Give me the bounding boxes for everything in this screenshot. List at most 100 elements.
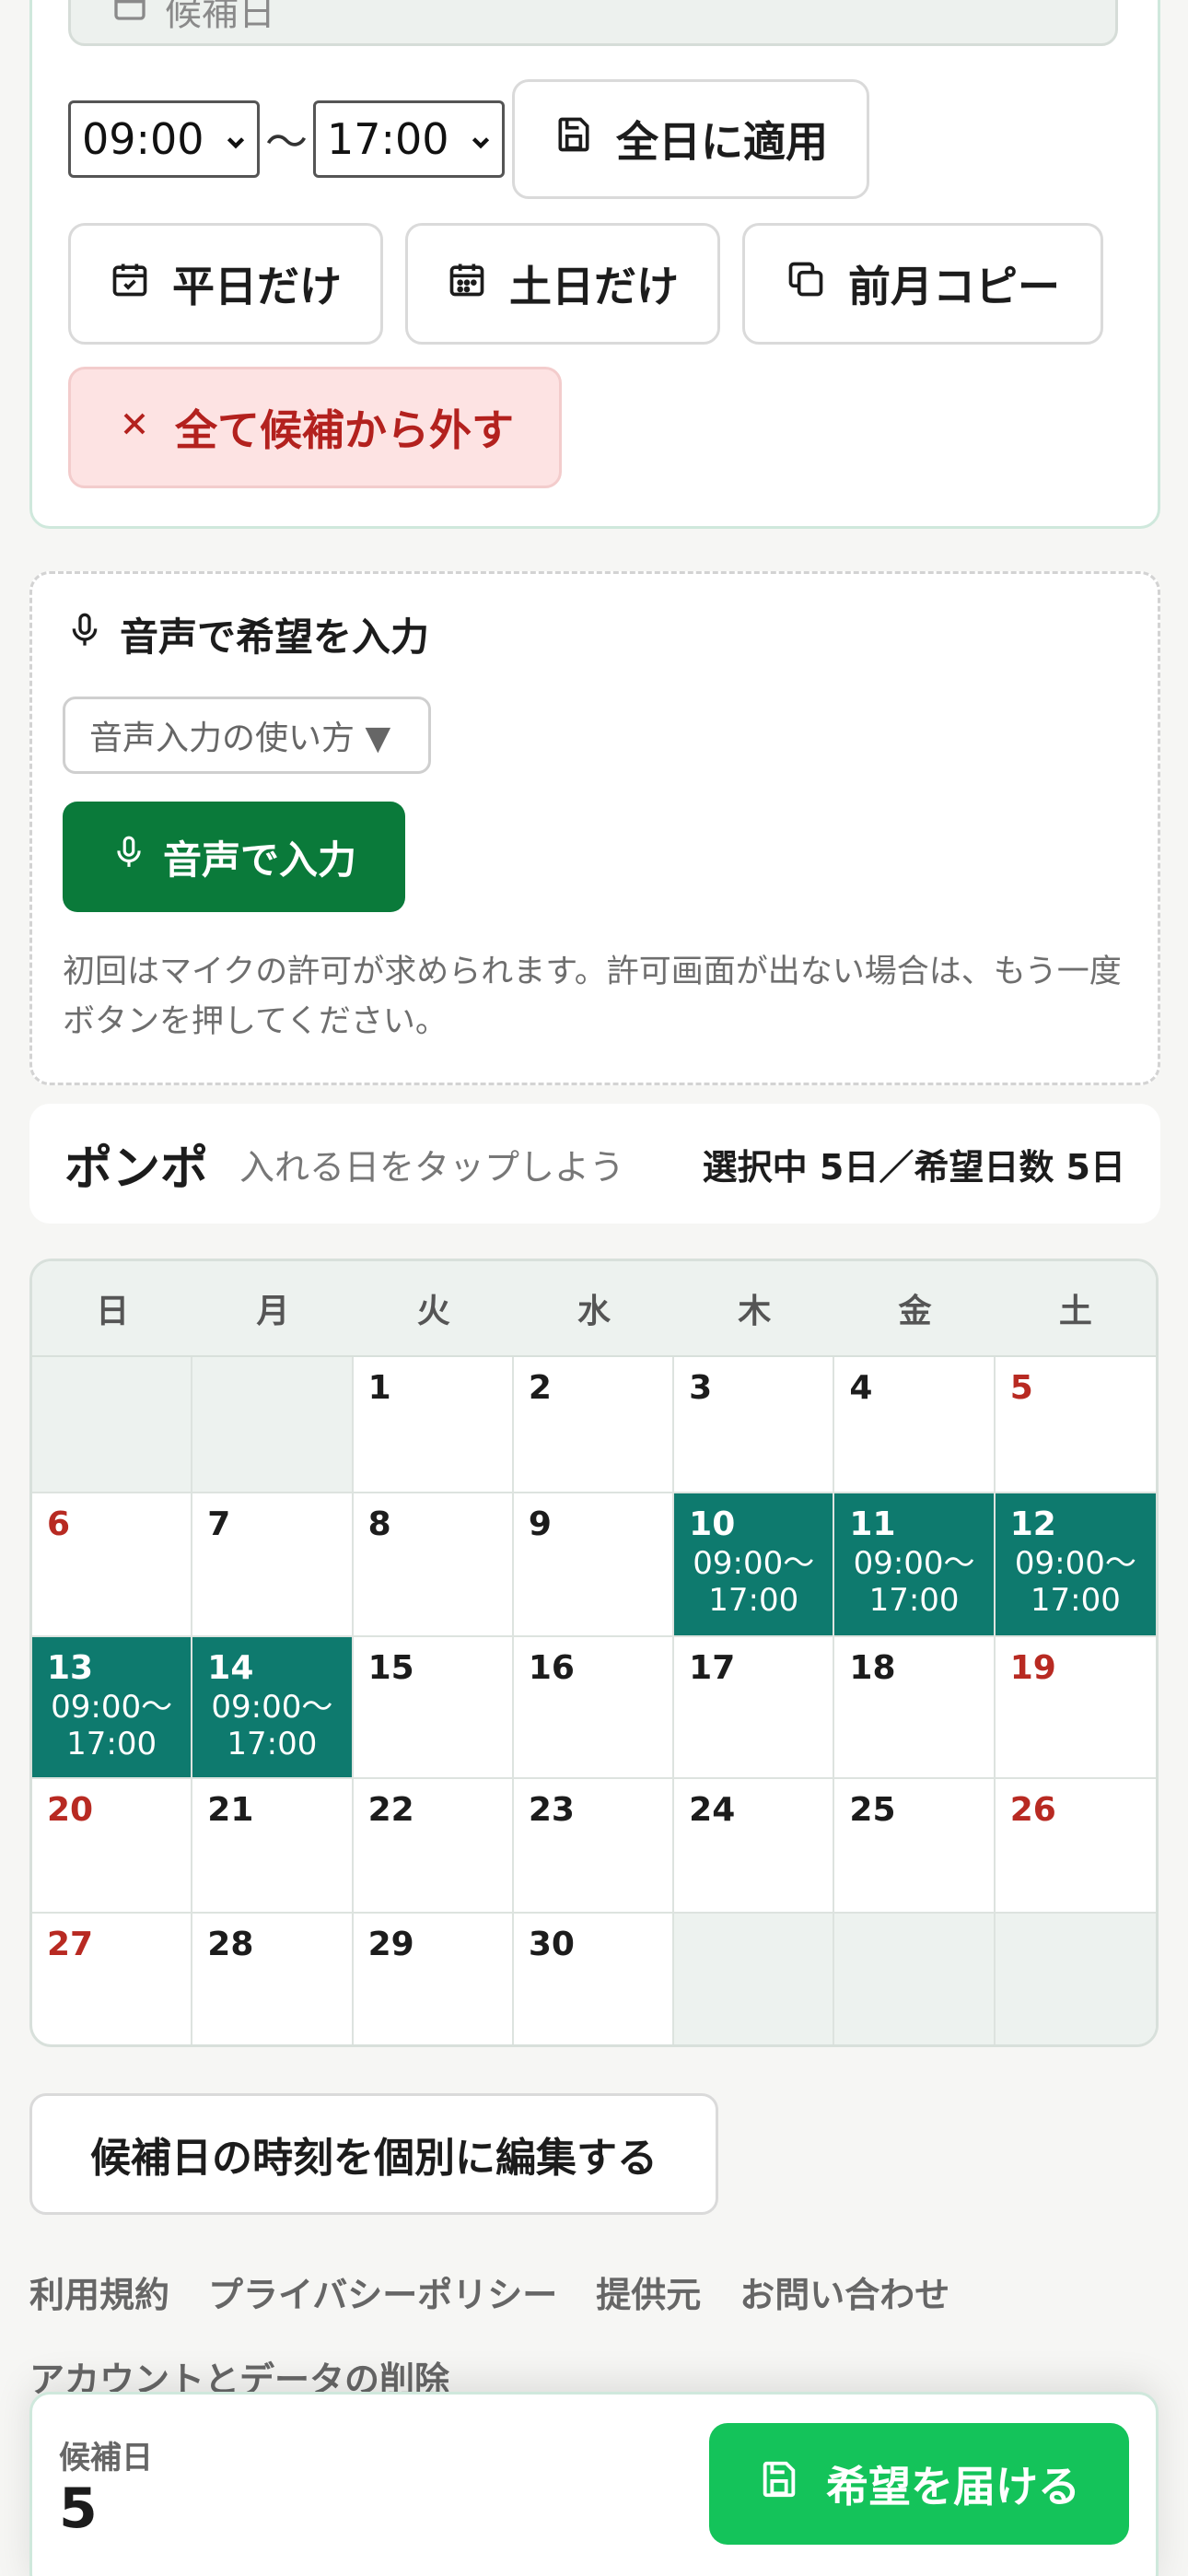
day-number: 5: [1009, 1369, 1033, 1407]
calendar-day-cell[interactable]: 4: [834, 1357, 996, 1493]
calendar-day-cell[interactable]: 26: [995, 1779, 1156, 1914]
save-icon: [758, 2458, 800, 2511]
voice-input-button-label: 音声で入力: [162, 837, 356, 883]
calendar-day-cell[interactable]: 23: [513, 1779, 675, 1914]
calendar-day-cell[interactable]: 11 09:00〜 17:00: [834, 1493, 996, 1637]
calendar-grid: 1 2 3 4 5 6 7 8 9 10 09:00〜 17:00 11 09:00〜 17:00 12 09:…: [32, 1357, 1156, 2044]
submit-preferences-label: 希望を届ける: [826, 2462, 1080, 2512]
calendar-day-cell[interactable]: 22: [353, 1779, 514, 1914]
provider-link[interactable]: 提供元: [596, 2266, 701, 2317]
calendar-day-cell[interactable]: 9: [513, 1493, 675, 1637]
day-number: 18: [849, 1649, 896, 1687]
ponpo-name: ポンポ: [64, 1141, 209, 1197]
time-range-row: 09:00 〜 17:00 全日に適用: [68, 79, 869, 199]
chevron-down-icon: [469, 114, 493, 164]
day-number: 3: [689, 1369, 713, 1407]
calendar-day-cell[interactable]: 30: [514, 1914, 675, 2044]
apply-all-button[interactable]: 全日に適用: [512, 79, 869, 199]
weekday-header: 水: [577, 1293, 611, 1330]
candidate-date-field-label: 候補日: [165, 0, 275, 34]
day-number: 20: [47, 1791, 94, 1829]
day-number: 9: [528, 1505, 552, 1543]
privacy-policy-link[interactable]: プライバシーポリシー: [208, 2266, 557, 2317]
calendar-empty-cell: [192, 1357, 354, 1493]
contact-link[interactable]: お問い合わせ: [740, 2266, 949, 2317]
weekdays-only-label: 平日だけ: [172, 262, 342, 311]
time-slot-text: 17:00: [227, 1726, 318, 1762]
candidate-count-label: 候補日: [59, 2440, 153, 2476]
day-number: 12: [1009, 1505, 1056, 1543]
calendar-day-cell[interactable]: 24: [674, 1779, 835, 1914]
day-number: 4: [849, 1369, 873, 1407]
selection-count: 選択中 5日／希望日数 5日: [702, 1146, 1125, 1188]
time-slot-text: 09:00〜: [693, 1545, 815, 1582]
day-number: 2: [528, 1369, 552, 1407]
close-icon: [116, 403, 153, 452]
footer-links: 利用規約 プライバシーポリシー 提供元 お問い合わせ: [29, 2266, 949, 2317]
weekday-header: 月: [256, 1293, 290, 1330]
candidate-count-value: 5: [59, 2476, 98, 2541]
calendar: 日月火水木金土 1 2 3 4 5 6 7 8 9 10 09:00〜 17:00 11 09:00〜 17…: [29, 1259, 1159, 2047]
day-number: 7: [207, 1505, 231, 1543]
end-time-select[interactable]: 17:00: [313, 100, 505, 178]
weekday-header: 日: [96, 1293, 130, 1330]
copy-previous-month-button[interactable]: 前月コピー: [742, 223, 1103, 345]
calendar-day-cell[interactable]: 12 09:00〜 17:00: [995, 1493, 1156, 1637]
day-number: 23: [528, 1791, 575, 1829]
calendar-day-cell[interactable]: 5: [995, 1357, 1156, 1493]
edit-times-button[interactable]: 候補日の時刻を個別に編集する: [29, 2093, 718, 2215]
time-slot-text: 09:00〜: [51, 1689, 173, 1726]
calendar-day-cell[interactable]: 18: [834, 1637, 996, 1779]
weekends-only-button[interactable]: 土日だけ: [405, 223, 720, 345]
calendar-day-cell[interactable]: 15: [353, 1637, 514, 1779]
day-number: 29: [367, 1926, 414, 1963]
calendar-day-cell[interactable]: 27: [32, 1914, 193, 2044]
day-number: 28: [207, 1926, 254, 1963]
time-slot-text: 09:00〜: [853, 1545, 975, 1582]
voice-input-button[interactable]: 音声で入力: [63, 802, 405, 912]
calendar-day-cell[interactable]: 14 09:00〜 17:00: [192, 1637, 354, 1779]
voice-help-dropdown[interactable]: 音声入力の使い方 ▼: [63, 697, 431, 774]
terms-link[interactable]: 利用規約: [29, 2266, 169, 2317]
calendar-day-cell[interactable]: 17: [674, 1637, 835, 1779]
voice-permission-note: 初回はマイクの許可が求められます。許可画面が出ない場合は、もう一度ボタンを押して…: [63, 954, 1122, 1040]
candidate-date-field[interactable]: 候補日: [68, 0, 1118, 46]
calendar-day-cell[interactable]: 20: [32, 1779, 193, 1914]
calendar-day-cell[interactable]: 1: [353, 1357, 514, 1493]
start-time-value: 09:00: [82, 114, 204, 164]
calendar-icon: [111, 0, 148, 32]
edit-times-label: 候補日の時刻を個別に編集する: [90, 2135, 658, 2182]
calendar-day-cell[interactable]: 3: [674, 1357, 835, 1493]
day-number: 14: [207, 1649, 254, 1687]
ponpo-hint: 入れる日をタップしよう: [239, 1146, 625, 1188]
calendar-day-cell[interactable]: 7: [192, 1493, 354, 1637]
ponpo-status-bar: ポンポ 入れる日をタップしよう 選択中 5日／希望日数 5日: [29, 1104, 1160, 1224]
time-slot-text: 09:00〜: [1014, 1545, 1136, 1582]
calendar-day-cell[interactable]: 29: [354, 1914, 514, 2044]
calendar-day-cell[interactable]: 28: [192, 1914, 354, 2044]
calendar-day-cell[interactable]: 19: [995, 1637, 1156, 1779]
time-range-separator: 〜: [265, 117, 308, 167]
calendar-day-cell[interactable]: 21: [192, 1779, 354, 1914]
calendar-day-cell[interactable]: 25: [834, 1779, 996, 1914]
day-number: 11: [849, 1505, 896, 1543]
weekdays-only-button[interactable]: 平日だけ: [68, 223, 383, 345]
clear-all-button[interactable]: 全て候補から外す: [68, 367, 562, 488]
calendar-day-cell[interactable]: 16: [513, 1637, 675, 1779]
calendar-day-cell[interactable]: 8: [353, 1493, 514, 1637]
day-number: 30: [528, 1926, 575, 1963]
calendar-check-icon: [110, 259, 150, 310]
time-slot-text: 17:00: [66, 1726, 157, 1762]
weekday-header: 金: [898, 1293, 932, 1330]
start-time-select[interactable]: 09:00: [68, 100, 260, 178]
calendar-weekday-header: 日月火水木金土: [32, 1261, 1156, 1357]
submit-preferences-button[interactable]: 希望を届ける: [709, 2423, 1129, 2545]
calendar-empty-cell: [674, 1914, 835, 2044]
calendar-day-cell[interactable]: 13 09:00〜 17:00: [32, 1637, 193, 1779]
voice-help-label: 音声入力の使い方 ▼: [89, 720, 391, 757]
calendar-day-cell[interactable]: 2: [513, 1357, 675, 1493]
day-number: 17: [689, 1649, 736, 1687]
calendar-day-cell[interactable]: 10 09:00〜 17:00: [674, 1493, 835, 1637]
calendar-day-cell[interactable]: 6: [32, 1493, 193, 1637]
day-number: 13: [47, 1649, 94, 1687]
